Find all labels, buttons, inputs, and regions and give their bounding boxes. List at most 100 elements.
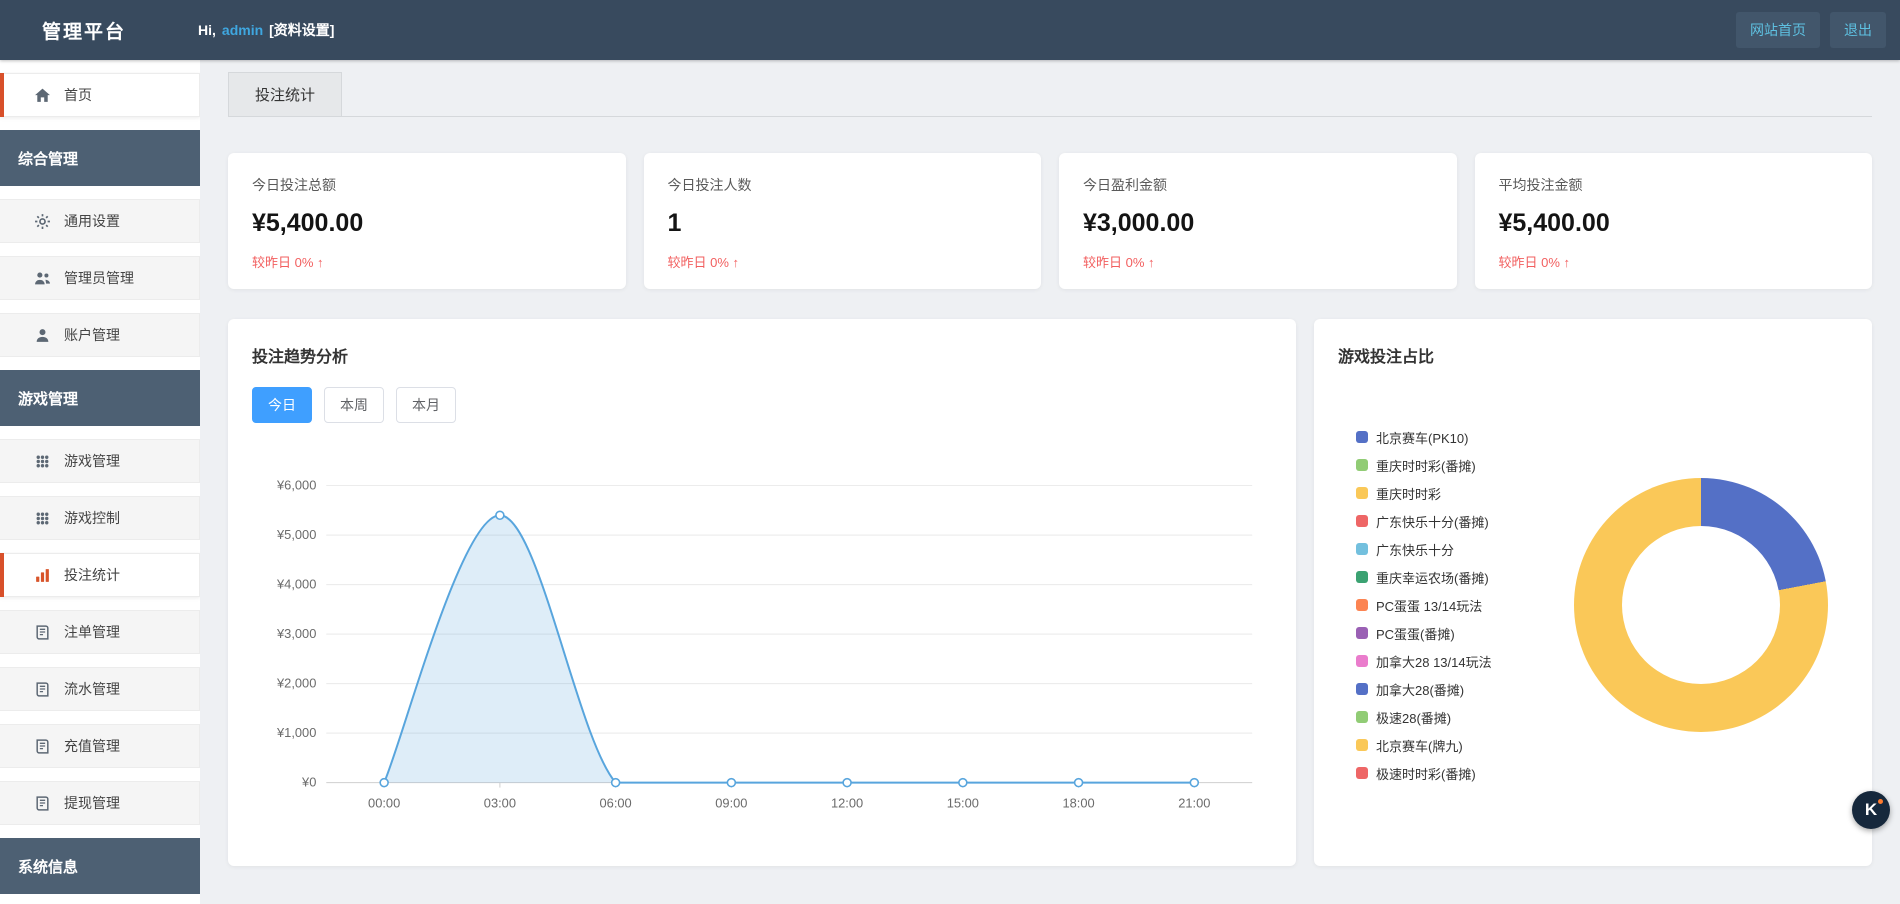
filter-this-month[interactable]: 本月 [396,387,456,423]
donut-chart [1574,478,1828,732]
pie-legend: 北京赛车(PK10) 重庆时时彩(番摊) 重庆时时彩广东快乐十分(番摊) 广东快乐十分… [1356,423,1492,787]
y-axis-label: ¥0 [301,775,316,790]
legend-swatch [1356,543,1368,555]
sidebar-item-admin-management[interactable]: 管理员管理 [0,256,200,300]
legend-item[interactable]: 北京赛车(PK10) [1356,428,1492,447]
legend-swatch [1356,571,1368,583]
legend-item[interactable]: 重庆幸运农场(番摊) [1356,568,1492,587]
navbar-actions: 网站首页 退出 [1736,12,1886,48]
sidebar-item-label: 游戏管理 [64,451,120,471]
legend-item[interactable]: 极速28(番摊) [1356,708,1492,727]
data-point-dot [612,779,620,787]
stat-value: ¥3,000.00 [1083,209,1433,238]
sidebar-item-game-control[interactable]: 游戏控制 [0,496,200,540]
y-axis-label: ¥4,000 [276,577,316,592]
sidebar-section-system-info: 系统信息 [0,838,200,894]
legend-label: 极速28(番摊) [1376,708,1451,727]
stat-title: 今日盈利金额 [1083,175,1433,195]
sidebar-item-turnover-management[interactable]: 流水管理 [0,667,200,711]
sidebar: 首页综合管理通用设置管理员管理账户管理游戏管理游戏管理游戏控制投注统计注单管理流… [0,60,200,904]
legend-label: PC蛋蛋(番摊) [1376,624,1455,643]
legend-item[interactable]: 极速时时彩(番摊) [1356,764,1492,783]
legend-swatch [1356,711,1368,723]
y-axis-label: ¥5,000 [276,527,316,542]
stat-card-avg-bet-amount: 平均投注金额¥5,400.00较昨日 0% ↑ [1475,153,1873,289]
admins-icon [34,270,51,287]
x-axis-label: 18:00 [1062,795,1094,810]
home-icon [34,87,51,104]
legend-label: 重庆幸运农场(番摊) [1376,568,1489,587]
sidebar-item-withdraw-management[interactable]: 提现管理 [0,781,200,825]
sidebar-item-label: 注单管理 [64,622,120,642]
sidebar-item-game-manage[interactable]: 游戏管理 [0,439,200,483]
x-axis-label: 06:00 [600,795,632,810]
legend-label: 重庆时时彩 [1376,484,1441,503]
ledger-icon [34,681,51,698]
x-axis-label: 00:00 [368,795,400,810]
legend-item[interactable]: 加拿大28(番摊) [1356,680,1492,699]
legend-item[interactable]: 北京赛车(牌九) [1356,736,1492,755]
grid-icon [34,453,51,470]
legend-item[interactable]: 重庆时时彩(番摊) [1356,456,1492,475]
filter-today[interactable]: 今日 [252,387,312,423]
stat-title: 今日投注人数 [668,175,1018,195]
legend-label: 广东快乐十分(番摊) [1376,512,1489,531]
legend-swatch [1356,683,1368,695]
grid-icon [34,510,51,527]
trend-line-chart: ¥0¥1,000¥2,000¥3,000¥4,000¥5,000¥6,00000… [252,441,1272,837]
sidebar-section-game-management: 游戏管理 [0,370,200,426]
stats-row: 今日投注总额¥5,400.00较昨日 0% ↑今日投注人数1较昨日 0% ↑今日… [228,153,1872,289]
site-home-button[interactable]: 网站首页 [1736,12,1820,48]
logout-button[interactable]: 退出 [1830,12,1886,48]
sidebar-item-label: 通用设置 [64,211,120,231]
x-axis-label: 09:00 [715,795,747,810]
sidebar-item-general-settings[interactable]: 通用设置 [0,199,200,243]
x-axis-label: 12:00 [831,795,863,810]
stat-title: 平均投注金额 [1499,175,1849,195]
legend-item[interactable]: 广东快乐十分(番摊) [1356,512,1492,531]
x-axis-label: 21:00 [1178,795,1210,810]
data-point-dot [1190,779,1198,787]
sidebar-item-order-management[interactable]: 注单管理 [0,610,200,654]
trend-area [384,515,1194,782]
legend-swatch [1356,487,1368,499]
sidebar-item-recharge-management[interactable]: 充值管理 [0,724,200,768]
legend-item[interactable]: PC蛋蛋(番摊) [1356,624,1492,643]
stat-change: 较昨日 0% ↑ [1083,252,1433,271]
gear-icon [34,213,51,230]
sidebar-item-label: 账户管理 [64,325,120,345]
sidebar-item-account-management[interactable]: 账户管理 [0,313,200,357]
floating-widget-button[interactable]: K [1852,791,1890,829]
profile-settings-link[interactable]: [资料设置] [269,20,334,40]
data-point-dot [380,779,388,787]
ledger-icon [34,795,51,812]
stat-card-today-bettors: 今日投注人数 1 较昨日 0% ↑ [644,153,1042,289]
legend-item[interactable]: 重庆时时彩 [1356,484,1492,503]
data-point-dot [1075,779,1083,787]
trend-filters: 今日本周本月 [252,387,1272,423]
pie-chart-body: 北京赛车(PK10) 重庆时时彩(番摊) 重庆时时彩广东快乐十分(番摊) 广东快乐十分… [1338,423,1848,787]
stat-value: ¥5,400.00 [252,209,602,238]
legend-item[interactable]: 加拿大28 13/14玩法 [1356,652,1492,671]
tab-bet-stats[interactable]: 投注统计 [228,72,342,116]
user-icon [34,327,51,344]
stat-change: 较昨日 0% ↑ [1499,252,1849,271]
user-greeting: Hi, admin [资料设置] [198,20,334,40]
top-navbar: 管理平台 Hi, admin [资料设置] 网站首页 退出 [0,0,1900,60]
sidebar-item-home[interactable]: 首页 [0,73,200,117]
legend-item[interactable]: 广东快乐十分 [1356,540,1492,559]
sidebar-item-label: 管理员管理 [64,268,134,288]
legend-swatch [1356,655,1368,667]
legend-item[interactable]: PC蛋蛋 13/14玩法 [1356,596,1492,615]
filter-this-week[interactable]: 本周 [324,387,384,423]
sidebar-section-general-management: 综合管理 [0,130,200,186]
legend-swatch [1356,767,1368,779]
legend-label: 重庆时时彩(番摊) [1376,456,1476,475]
stat-value: 1 [668,209,1018,238]
stat-change: 较昨日 0% ↑ [668,252,1018,271]
stat-card-today-bet-total: 今日投注总额¥5,400.00较昨日 0% ↑ [228,153,626,289]
sidebar-item-bet-stats[interactable]: 投注统计 [0,553,200,597]
legend-swatch [1356,515,1368,527]
sidebar-item-label: 提现管理 [64,793,120,813]
main-content: 投注统计 今日投注总额¥5,400.00较昨日 0% ↑ 今日投注人数 1 较昨日 0… [200,0,1900,894]
